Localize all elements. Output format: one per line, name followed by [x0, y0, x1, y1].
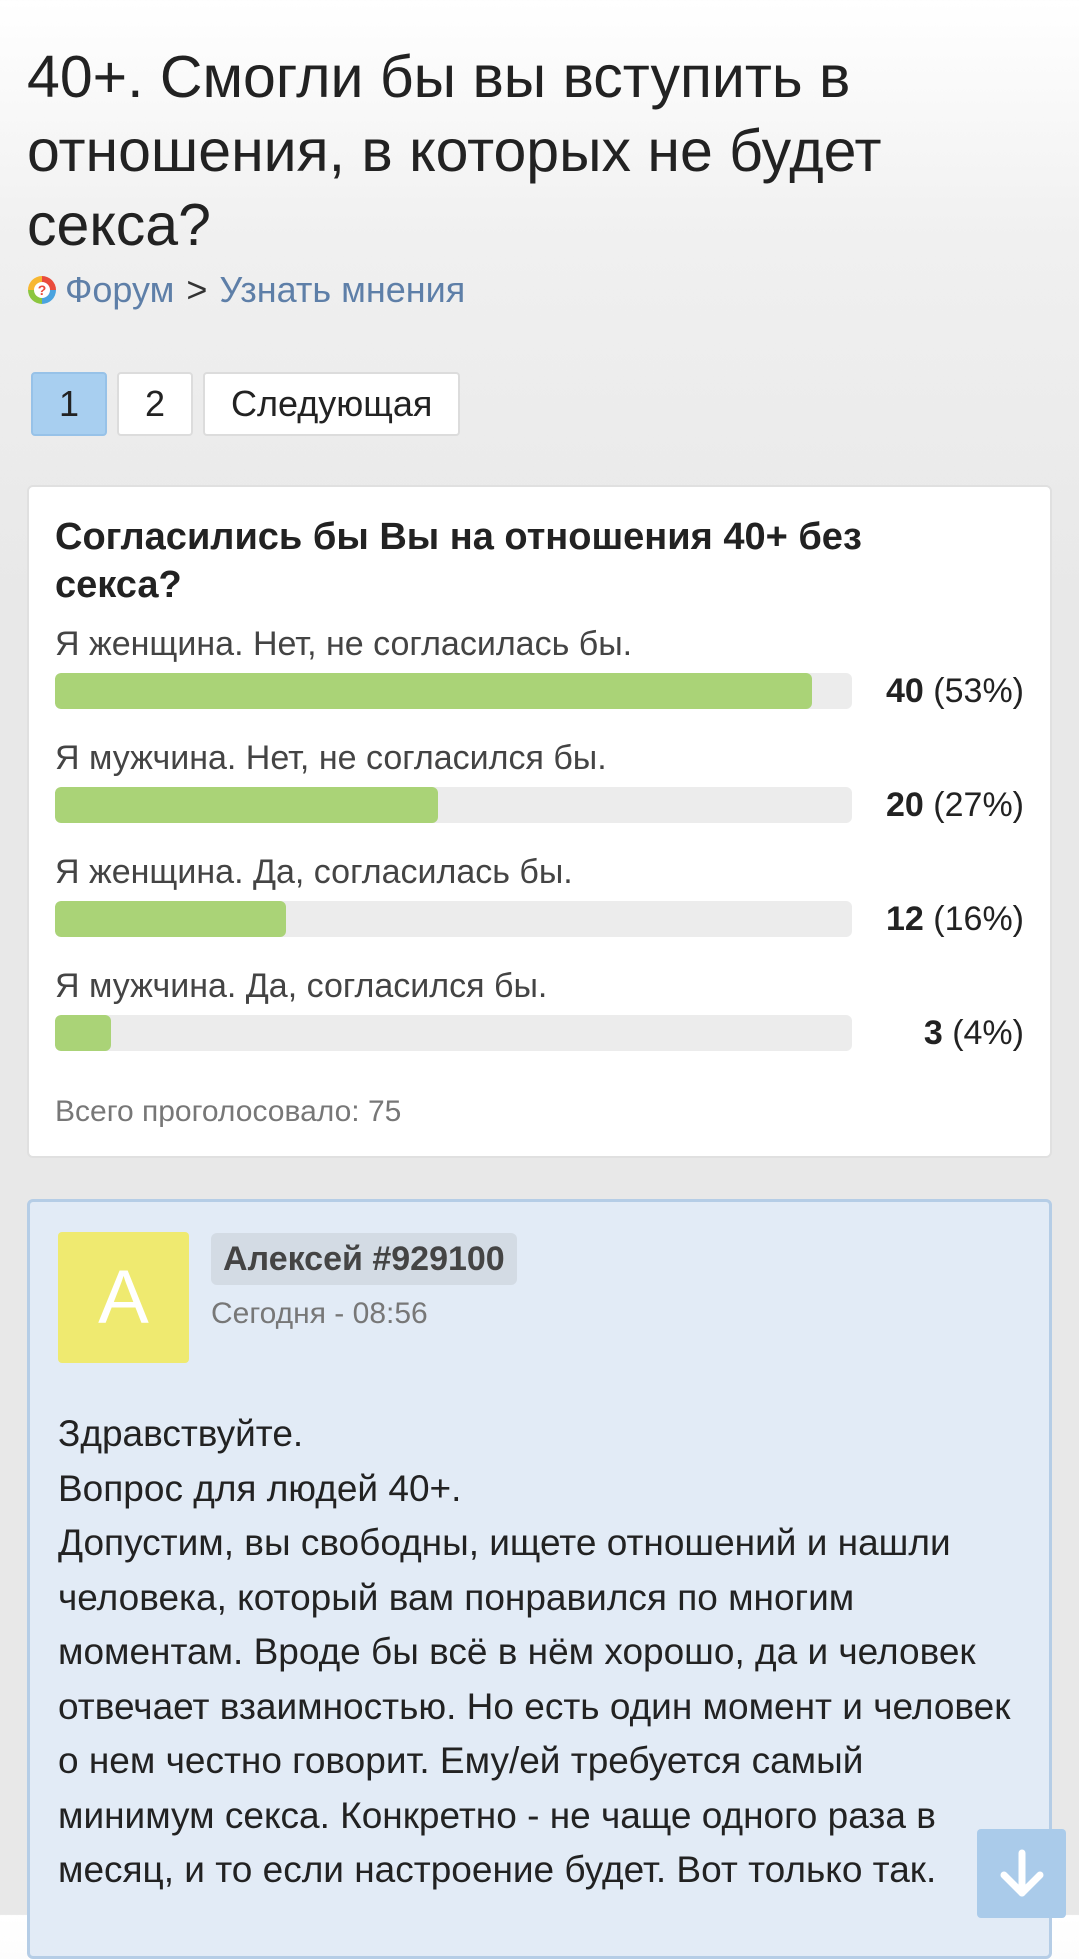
breadcrumb-forum-link[interactable]: Форум	[65, 268, 174, 312]
arrow-down-icon	[1000, 1849, 1043, 1896]
poll-bar-track	[55, 901, 852, 937]
poll-option-votes: 12	[886, 900, 924, 938]
poll-option: Я женщина. Да, согласилась бы. 12 (16%)	[55, 851, 1024, 965]
avatar[interactable]: А	[58, 1232, 189, 1363]
poll-option: Я женщина. Нет, не согласилась бы. 40 (5…	[55, 623, 1024, 737]
poll-option-percent: (16%)	[933, 900, 1024, 938]
poll-bar-track	[55, 673, 852, 709]
poll-bar-fill	[55, 901, 287, 937]
poll-option-votes: 20	[886, 786, 924, 824]
poll-bar-fill	[55, 673, 813, 709]
poll-option-label: Я женщина. Нет, не согласилась бы.	[55, 625, 633, 663]
poll-option-percent: (53%)	[933, 672, 1024, 710]
site-logo-icon: ?	[28, 276, 56, 304]
poll-option-percent: (4%)	[952, 1014, 1024, 1052]
poll-option-result: 40 (53%)	[886, 669, 1024, 713]
poll-option-result: 3 (4%)	[924, 1011, 1024, 1055]
next-page-button[interactable]: Следующая	[203, 372, 461, 436]
poll-option-result: 12 (16%)	[886, 897, 1024, 941]
poll-total-votes: Всего проголосовало: 75	[55, 1095, 402, 1128]
post-body: Здравствуйте. Вопрос для людей 40+. Допу…	[58, 1413, 1011, 1890]
poll-option: Я мужчина. Да, согласился бы. 3 (4%)	[55, 965, 1024, 1079]
forum-post: А Алексей #929100 Сегодня - 08:56 Здравс…	[27, 1199, 1052, 1959]
poll-option-label: Я мужчина. Нет, не согласился бы.	[55, 739, 607, 777]
poll-bar-track	[55, 1015, 852, 1051]
poll-option-label: Я женщина. Да, согласилась бы.	[55, 853, 573, 891]
breadcrumb: ? Форум > Узнать мнения	[27, 268, 465, 312]
poll-bar-track	[55, 787, 852, 823]
post-author[interactable]: Алексей #929100	[211, 1233, 517, 1285]
poll-option-votes: 3	[923, 1014, 943, 1052]
post-timestamp: Сегодня - 08:56	[211, 1297, 428, 1330]
poll-card: Согласились бы Вы на отношения 40+ без с…	[27, 485, 1052, 1158]
page-2-button[interactable]: 2	[117, 372, 193, 436]
poll-bar-fill	[55, 787, 438, 823]
breadcrumb-separator: >	[186, 269, 208, 310]
poll-bar-fill	[55, 1015, 111, 1051]
poll-option-label: Я мужчина. Да, согласился бы.	[55, 967, 548, 1005]
page-title: 40+. Смогли бы вы вступить в отношения, …	[27, 44, 882, 258]
svg-text:?: ?	[38, 282, 47, 298]
page-1-button[interactable]: 1	[31, 372, 107, 436]
poll-option-votes: 40	[886, 672, 924, 710]
breadcrumb-section-link[interactable]: Узнать мнения	[219, 268, 465, 312]
poll-question: Согласились бы Вы на отношения 40+ без с…	[55, 516, 862, 606]
poll-option: Я мужчина. Нет, не согласился бы. 20 (27…	[55, 737, 1024, 851]
scroll-down-button[interactable]	[977, 1829, 1066, 1918]
pagination: 1 2 Следующая	[31, 372, 461, 436]
poll-option-result: 20 (27%)	[886, 783, 1024, 827]
poll-option-percent: (27%)	[933, 786, 1024, 824]
